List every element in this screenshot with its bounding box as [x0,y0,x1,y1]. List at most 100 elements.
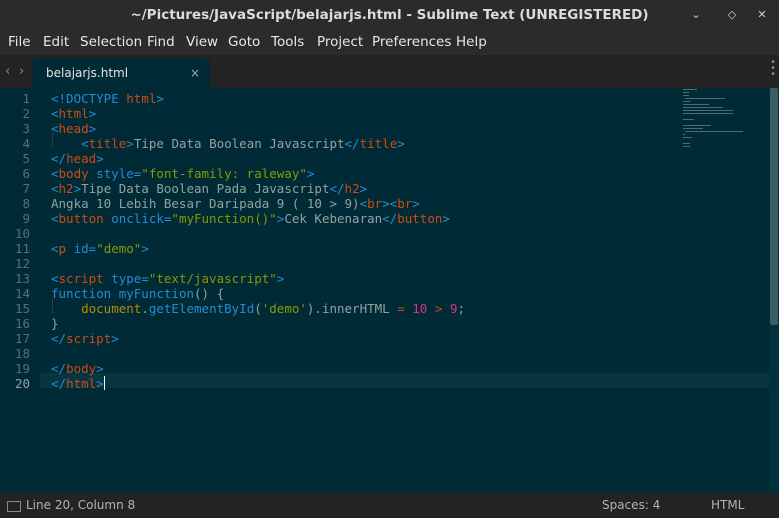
code-line[interactable]: } [51,316,59,331]
code-token: > [306,166,315,181]
menu-file[interactable]: File [8,30,31,54]
code-token: > [276,271,285,286]
code-line[interactable]: <button onclick="myFunction()">Cek Keben… [51,211,450,226]
line-number: 5 [22,151,30,166]
code-token: < [51,166,59,181]
code-token: head [58,121,89,136]
tab-close-icon[interactable]: × [190,58,200,88]
code-line[interactable]: document.getElementById('demo').innerHTM… [51,301,465,316]
code-token: >< [382,196,398,211]
code-token: < [51,106,59,121]
minimize-icon[interactable]: ⌄ [686,0,706,30]
code-token: < [51,211,59,226]
menu-help[interactable]: Help [456,30,487,54]
window-title: ~/Pictures/JavaScript/belajarjs.html - S… [130,7,649,23]
code-token: myFunction [118,286,194,301]
code-line[interactable]: </html> [51,376,105,391]
code-token: getElementById [148,301,255,316]
code-token: </ [382,211,398,226]
code-token: <!DOCTYPE [51,91,127,106]
menu-selection[interactable]: Selection [80,30,142,54]
menu-preferences[interactable]: Preferences [372,30,451,54]
code-token: > [96,151,104,166]
menu-find[interactable]: Find [147,30,175,54]
code-token: title [88,136,127,151]
nav-back-icon[interactable]: ‹ [5,55,10,88]
line-number: 6 [22,166,30,181]
menu-bar: File Edit Selection Find View Goto Tools… [0,30,779,55]
menu-tools[interactable]: Tools [271,30,304,54]
code-line[interactable]: <body style="font-family: raleway"> [51,166,314,181]
line-number: 20 [14,376,30,391]
code-token: Angka 10 Lebih Besar Daripada 9 ( 10 > 9… [51,196,360,211]
code-token: "myFunction()" [171,211,277,226]
code-token: br [397,196,413,211]
line-number: 14 [14,286,30,301]
minimap[interactable] [683,88,769,148]
cursor-position: Line 20, Column 8 [26,498,136,512]
code-token: </ [51,361,67,376]
menu-project[interactable]: Project [317,30,363,54]
code-token: < [359,196,368,211]
menu-edit[interactable]: Edit [43,30,69,54]
code-token: type= [103,271,149,286]
close-icon[interactable]: ✕ [752,0,772,30]
code-token: onclick= [103,211,172,226]
code-token: 10 [412,301,428,316]
code-line[interactable]: <p id="demo"> [51,241,149,256]
code-token: > [73,181,82,196]
code-token: "demo" [96,241,142,256]
indentation-setting[interactable]: Spaces: 4 [602,493,660,518]
code-line[interactable]: <h2>Tipe Data Boolean Pada Javascript</h… [51,181,367,196]
code-line[interactable]: Angka 10 Lebih Besar Daripada 9 ( 10 > 9… [51,196,420,211]
code-token: function [51,286,119,301]
scrollbar-thumb[interactable] [770,88,778,325]
code-token: script [66,331,112,346]
code-line[interactable]: </head> [51,151,104,166]
panel-toggle-icon[interactable] [7,501,21,512]
code-line[interactable]: <title>Tipe Data Boolean Javascript</tit… [51,136,405,151]
tab-belajarjs[interactable]: belajarjs.html × [33,58,210,88]
code-token: Tipe Data Boolean Javascript [133,136,345,151]
menu-goto[interactable]: Goto [228,30,260,54]
code-token: > [397,136,405,151]
tab-label: belajarjs.html [46,66,129,80]
code-line[interactable]: <script type="text/javascript"> [51,271,284,286]
line-number: 10 [14,226,30,241]
code-token: style= [88,166,142,181]
code-line[interactable]: function myFunction() { [51,286,224,301]
status-bar: Line 20, Column 8 Spaces: 4 HTML [0,493,779,518]
code-token: p [58,241,67,256]
code-line[interactable]: </body> [51,361,104,376]
restore-icon[interactable]: ◇ [722,0,742,30]
code-token: > [88,121,97,136]
code-token: </ [51,331,67,346]
code-token: > [412,196,420,211]
code-line[interactable]: <!DOCTYPE html> [51,91,164,106]
code-token: ( [254,301,262,316]
code-token: > [359,181,368,196]
code-token: > [88,106,97,121]
line-number: 11 [14,241,30,256]
code-token: Tipe Data Boolean Pada Javascript [81,181,330,196]
code-token: ).innerHTML [306,301,398,316]
syntax-mode[interactable]: HTML [711,493,744,518]
code-token: body [58,166,89,181]
vertical-scrollbar[interactable] [769,88,779,493]
code-line[interactable]: <html> [51,106,96,121]
line-number: 8 [22,196,30,211]
code-token: head [66,151,97,166]
code-token: "font-family: raleway" [141,166,307,181]
code-token: = [397,301,405,316]
tab-overflow-icon[interactable]: • • • [770,58,776,80]
nav-forward-icon[interactable]: › [19,55,24,88]
code-token: html [66,376,97,391]
code-line[interactable]: </script> [51,331,119,346]
menu-view[interactable]: View [186,30,218,54]
code-token: body [66,361,97,376]
code-token: html [58,106,89,121]
code-token: </ [51,376,67,391]
code-line[interactable]: <head> [51,121,96,136]
